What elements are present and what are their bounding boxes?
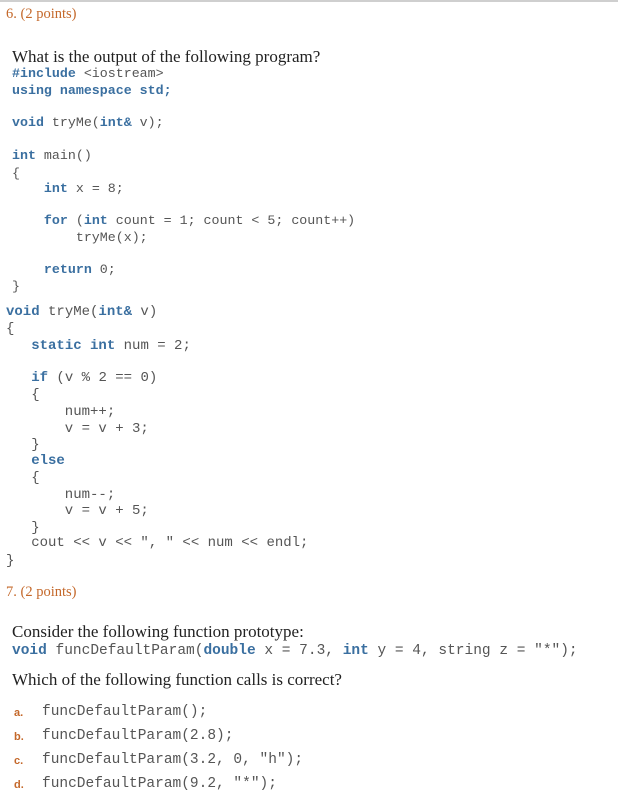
code-line: tryMe(x); [12,230,148,245]
code-keyword: int [12,148,36,163]
code-text: { [6,470,40,486]
code-text: } [6,437,40,453]
code-line: { [6,387,40,403]
code-text: num = 2; [115,338,191,354]
code-keyword: static int [31,338,116,354]
code-line: static int num = 2; [6,338,191,354]
code-line: void tryMe(int& v) [6,304,157,320]
code-line: { [6,321,14,337]
code-text: v) [132,304,158,320]
option-letter: a. [14,707,24,719]
code-text: v = v + 3; [6,421,149,437]
code-text: num--; [6,487,116,503]
code-text: x = 8; [67,181,124,196]
code-keyword: int& [98,304,133,320]
code-line: else [6,453,65,469]
code-line: num--; [6,487,115,503]
question-6-prompt: What is the output of the following prog… [12,47,321,66]
code-keyword: int& [99,115,132,130]
option-letter: c. [14,755,24,767]
code-keyword: void [12,643,47,659]
code-keyword: int [342,643,369,659]
code-keyword: void [6,304,40,320]
code-line: using namespace std; [12,83,172,98]
code-text: { [12,166,20,181]
code-text: x = 7.3, [255,643,343,659]
option-letter: d. [14,779,24,791]
code-text: count = 1; count < 5; count++) [107,213,356,228]
code-line: v = v + 3; [6,421,149,437]
code-line: } [6,553,14,569]
code-text: ( [67,213,84,228]
code-keyword: double [203,643,256,659]
code-text: } [6,520,40,536]
code-text: (v % 2 == 0) [48,370,158,386]
code-text: main() [35,148,92,163]
code-keyword: else [31,453,65,469]
code-line: #include <iostream> [12,66,164,81]
option-code: funcDefaultParam(9.2, "*"); [42,776,277,792]
code-keyword: #include [12,66,76,81]
code-line: { [12,166,20,181]
code-text: 0; [91,262,116,277]
code-line: int x = 8; [12,181,124,196]
option-code: funcDefaultParam(3.2, 0, "h"); [42,752,304,768]
code-text: y = 4, string z = "*"); [368,643,578,659]
code-text: v = v + 5; [6,503,149,519]
code-line: int main() [12,148,92,163]
code-line: cout << v << ", " << num << endl; [6,535,308,551]
question-7-prompt: Consider the following function prototyp… [12,622,304,641]
code-text: tryMe(x); [12,230,148,245]
code-keyword: int [83,213,108,228]
code-text: v); [131,115,164,130]
code-line: } [12,279,20,294]
code-keyword: return [43,262,92,277]
code-keyword: int [43,181,68,196]
question-7-header: 7. (2 points) [6,584,77,600]
function-prototype: void funcDefaultParam(double x = 7.3, in… [12,643,578,659]
option-code: funcDefaultParam(); [42,704,208,720]
code-keyword: void [12,115,44,130]
option-letter: b. [14,731,24,743]
code-text: <iostream> [75,66,164,81]
code-line: return 0; [12,262,116,277]
code-line: { [6,470,40,486]
code-text: tryMe( [43,115,100,130]
code-text: { [6,321,15,337]
code-keyword: if [31,370,49,386]
code-line: v = v + 5; [6,503,149,519]
code-text: { [6,387,40,403]
code-keyword: for [43,213,68,228]
code-text: } [12,279,20,294]
code-keyword: using namespace std; [12,83,172,98]
question-7-question: Which of the following function calls is… [12,670,342,689]
top-divider [0,0,618,2]
code-line: } [6,437,40,453]
code-text: } [6,553,15,569]
code-line: void tryMe(int& v); [12,115,164,130]
code-line: for (int count = 1; count < 5; count++) [12,213,355,228]
code-text: funcDefaultParam( [46,643,204,659]
code-text: cout << v << ", " << num << endl; [6,535,309,551]
option-code: funcDefaultParam(2.8); [42,728,234,744]
question-6-header: 6. (2 points) [6,6,77,22]
code-text: tryMe( [39,304,99,320]
code-line: } [6,520,40,536]
code-line: num++; [6,404,115,420]
code-line: if (v % 2 == 0) [6,370,157,386]
code-text: num++; [6,404,116,420]
